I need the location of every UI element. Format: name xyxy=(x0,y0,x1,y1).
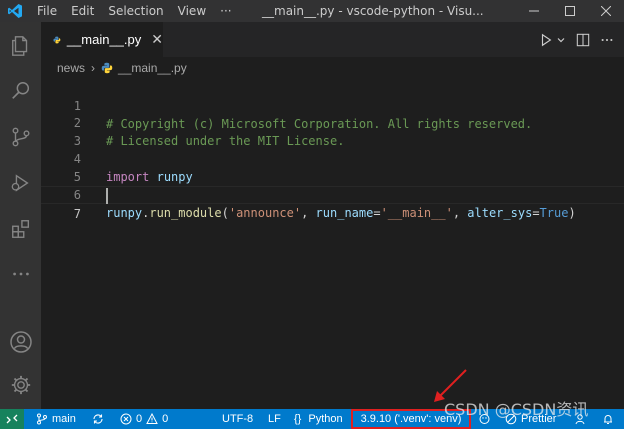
branch-status[interactable]: main xyxy=(36,409,76,429)
extensions-icon xyxy=(11,220,29,238)
branch-name: main xyxy=(52,413,76,425)
code-line: 4 import runpy xyxy=(41,132,624,184)
source-control-button[interactable] xyxy=(0,117,41,157)
function-token: run_module xyxy=(149,206,222,220)
error-icon xyxy=(120,413,132,425)
line-number: 7 xyxy=(73,207,81,221)
editor-actions xyxy=(539,22,614,57)
menu-more[interactable]: ··· xyxy=(213,0,238,22)
source-control-icon xyxy=(12,127,29,147)
string-token: 'announce' xyxy=(228,206,302,220)
param-token: alter_sys xyxy=(467,206,533,220)
split-editor-icon[interactable] xyxy=(576,33,590,47)
sync-icon xyxy=(93,414,103,424)
explorer-button[interactable] xyxy=(0,26,41,66)
menu-file[interactable]: File xyxy=(30,0,64,22)
code-editor[interactable]: 1 # Copyright (c) Microsoft Corporation.… xyxy=(41,79,624,409)
settings-gear-icon xyxy=(11,375,30,395)
close-window-button[interactable] xyxy=(588,0,624,22)
manage-button[interactable] xyxy=(0,365,41,405)
code-line: 3 xyxy=(41,114,624,148)
notifications-button[interactable] xyxy=(602,409,614,429)
run-debug-icon xyxy=(11,174,29,192)
minimize-icon xyxy=(529,10,539,12)
code-line: 5 xyxy=(41,150,624,184)
play-icon xyxy=(541,33,552,46)
python-file-icon xyxy=(53,36,61,43)
eol-label: LF xyxy=(268,413,281,425)
current-line: 7 xyxy=(41,186,624,221)
window-title: __main__.py - vscode-python - Visu... xyxy=(262,4,484,18)
text-cursor xyxy=(106,188,108,204)
eol-status[interactable]: LF xyxy=(268,409,281,429)
breadcrumb-folder[interactable]: news xyxy=(57,61,85,75)
sync-button[interactable] xyxy=(92,409,104,429)
remote-icon xyxy=(6,414,18,424)
search-icon xyxy=(11,82,29,99)
run-file-button[interactable] xyxy=(539,33,566,47)
files-icon xyxy=(11,36,27,56)
breadcrumb-file-label: __main__.py xyxy=(118,61,187,75)
code-line: 1 # Copyright (c) Microsoft Corporation.… xyxy=(41,79,624,131)
warning-icon xyxy=(146,413,158,424)
tab-main-py[interactable]: __main__.py ✕ xyxy=(41,22,163,57)
title-bar: File Edit Selection View ··· __main__.py… xyxy=(0,0,624,22)
tab-close-button[interactable]: ✕ xyxy=(151,32,163,48)
extensions-button[interactable] xyxy=(0,209,41,249)
bell-icon xyxy=(604,415,612,424)
remote-indicator-button[interactable] xyxy=(0,409,24,429)
menu-view[interactable]: View xyxy=(171,0,213,22)
menu-selection[interactable]: Selection xyxy=(101,0,170,22)
equals-token: = xyxy=(373,206,381,220)
problems-status[interactable]: 0 0 xyxy=(120,409,168,429)
encoding-status[interactable]: UTF-8 xyxy=(222,409,253,429)
code-line: 6 runpy.run_module('announce', run_name=… xyxy=(41,168,624,220)
chevron-down-icon xyxy=(557,37,565,42)
tab-bar: __main__.py ✕ xyxy=(41,22,624,57)
account-icon xyxy=(9,331,32,353)
language-mode-status[interactable]: {} Python xyxy=(294,409,343,429)
paren-token: ) xyxy=(568,206,576,220)
window-controls xyxy=(516,0,624,22)
bool-token: True xyxy=(539,206,569,220)
equals-token: = xyxy=(532,206,540,220)
breadcrumb-file[interactable]: __main__.py xyxy=(101,61,187,75)
code-line: 2 # Licensed under the MIT License. xyxy=(41,96,624,148)
paren-token: ( xyxy=(221,206,229,220)
tab-label: __main__.py xyxy=(66,32,142,47)
object-token: runpy xyxy=(106,206,143,220)
warning-count: 0 xyxy=(162,413,169,425)
string-token: '__main__' xyxy=(380,206,453,220)
more-views-button[interactable] xyxy=(0,254,41,294)
comma-token: , xyxy=(452,206,468,220)
watermark: CSDN @CSDN资讯 xyxy=(444,400,589,419)
maximize-icon xyxy=(565,6,575,16)
comma-token: , xyxy=(301,206,316,220)
accounts-button[interactable] xyxy=(0,322,41,362)
more-actions-icon[interactable] xyxy=(600,33,614,47)
code-text: runpy.run_module('announce', run_name='_… xyxy=(106,204,576,222)
python-file-icon xyxy=(101,62,113,74)
encoding-label: UTF-8 xyxy=(222,413,254,425)
error-count: 0 xyxy=(136,413,143,425)
param-token: run_name xyxy=(315,206,374,220)
search-button[interactable] xyxy=(0,71,41,111)
braces-icon: {} xyxy=(294,413,302,425)
minimize-button[interactable] xyxy=(516,0,552,22)
maximize-button[interactable] xyxy=(552,0,588,22)
more-icon xyxy=(12,272,29,276)
git-branch-icon xyxy=(37,413,47,425)
chevron-right-icon: › xyxy=(91,61,96,75)
run-debug-button[interactable] xyxy=(0,163,41,203)
language-label: Python xyxy=(308,413,343,425)
vscode-logo-icon xyxy=(0,0,30,22)
close-icon xyxy=(601,6,611,16)
breadcrumb: news › __main__.py xyxy=(41,57,624,79)
menu-bar: File Edit Selection View ··· xyxy=(30,0,239,22)
activity-bar xyxy=(0,22,41,409)
menu-edit[interactable]: Edit xyxy=(64,0,101,22)
